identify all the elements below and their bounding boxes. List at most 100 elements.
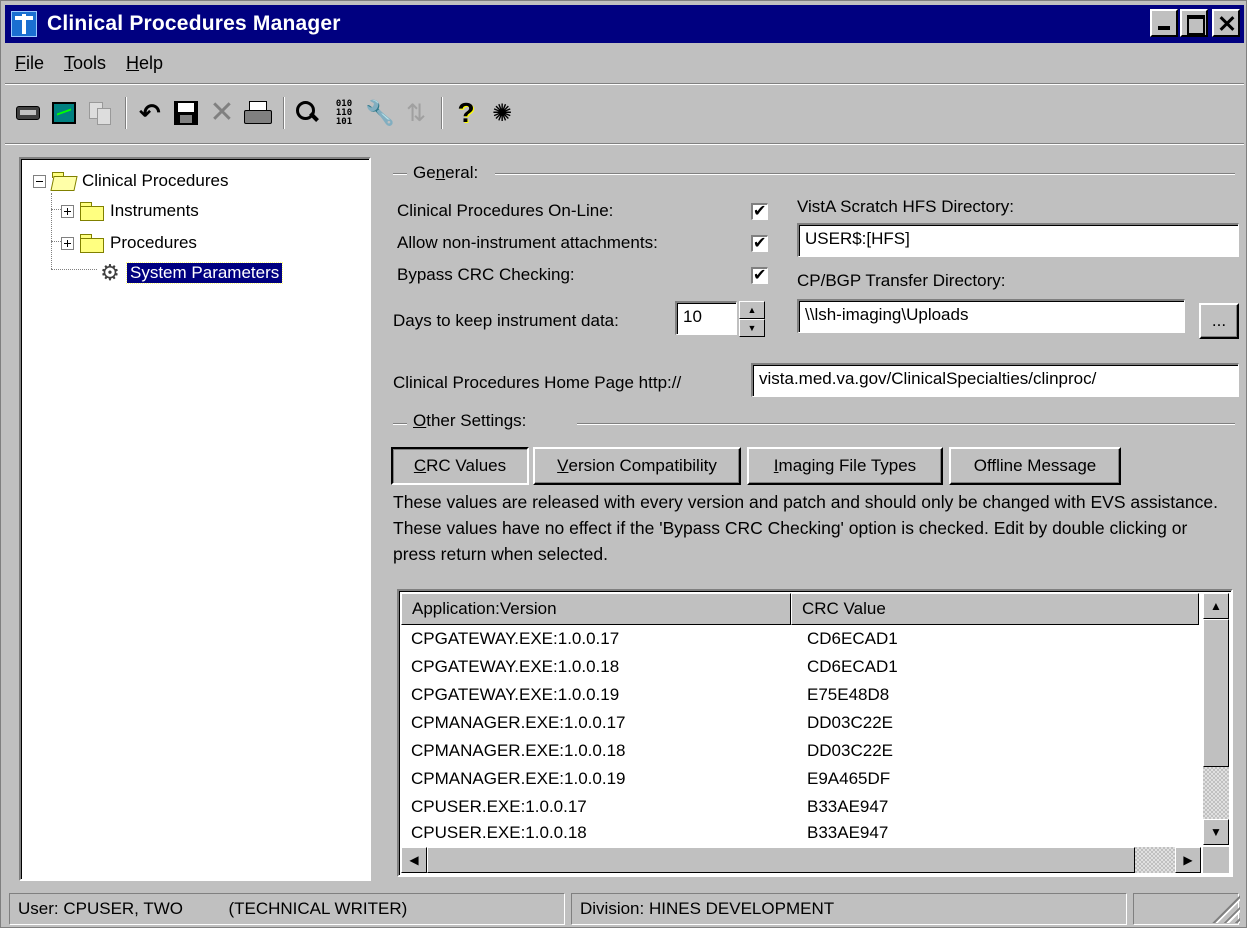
title-bar[interactable]: Clinical Procedures Manager bbox=[5, 5, 1244, 43]
scroll-right-icon[interactable]: ▶ bbox=[1175, 847, 1201, 873]
online-checkbox[interactable] bbox=[751, 201, 768, 221]
table-row[interactable]: CPUSER.EXE:1.0.0.17 B33AE947 bbox=[411, 797, 1007, 825]
open-folder-icon bbox=[52, 172, 76, 190]
menu-divider bbox=[5, 83, 1244, 85]
menu-file-label: ile bbox=[26, 52, 45, 73]
save-icon[interactable] bbox=[169, 96, 203, 130]
toolbar-separator bbox=[125, 97, 127, 129]
scroll-up-icon[interactable]: ▲ bbox=[1203, 593, 1229, 619]
menu-help-label: elp bbox=[139, 52, 164, 73]
spin-up-icon[interactable]: ▲ bbox=[739, 301, 765, 319]
cell-crc: DD03C22E bbox=[807, 741, 893, 760]
days-spinner[interactable]: ▲ ▼ bbox=[739, 301, 765, 337]
tab-imaging-file-types[interactable]: Imaging File Types bbox=[747, 447, 943, 485]
binary-icon[interactable]: 010 110 101 bbox=[327, 96, 361, 130]
cell-application: CPMANAGER.EXE:1.0.0.17 bbox=[411, 713, 626, 732]
collapse-icon[interactable] bbox=[33, 174, 46, 188]
scroll-corner bbox=[1203, 847, 1229, 873]
close-button[interactable] bbox=[1212, 9, 1240, 37]
find-icon[interactable] bbox=[291, 96, 325, 130]
status-role: (TECHNICAL WRITER) bbox=[228, 899, 408, 918]
tree-node-procedures[interactable]: Procedures bbox=[61, 229, 197, 257]
menu-file[interactable]: File bbox=[5, 53, 54, 74]
cell-application: CPUSER.EXE:1.0.0.17 bbox=[411, 797, 587, 816]
crc-values-grid[interactable]: Application:Version CRC Value CPGATEWAY.… bbox=[397, 589, 1233, 877]
monitor-icon[interactable] bbox=[47, 96, 81, 130]
tab-crc-label: RC Values bbox=[426, 456, 507, 475]
column-header-application[interactable]: Application:Version bbox=[401, 593, 791, 625]
tree-node-root[interactable]: Clinical Procedures bbox=[33, 167, 228, 195]
menu-file-accel: F bbox=[15, 52, 26, 73]
minimize-button[interactable] bbox=[1150, 9, 1178, 37]
toolbar-separator bbox=[441, 97, 443, 129]
other-group-line bbox=[393, 423, 407, 425]
hfs-input[interactable]: USER$:[HFS] bbox=[797, 223, 1239, 257]
tab-imaging-label: maging File Types bbox=[778, 456, 917, 475]
app-window: Clinical Procedures Manager File Tools H… bbox=[0, 0, 1247, 928]
menu-help-accel: H bbox=[126, 52, 140, 73]
tree-node-system-parameters[interactable]: ⚙ System Parameters bbox=[97, 259, 284, 287]
cell-crc: DD03C22E bbox=[807, 713, 893, 732]
cell-application: CPMANAGER.EXE:1.0.0.18 bbox=[411, 741, 626, 760]
table-row[interactable]: CPMANAGER.EXE:1.0.0.17 DD03C22E bbox=[411, 713, 1007, 741]
days-label: Days to keep instrument data: bbox=[393, 311, 619, 330]
general-heading-accel: n bbox=[435, 163, 446, 182]
menu-help[interactable]: Help bbox=[116, 53, 173, 74]
tree-label-procedures: Procedures bbox=[110, 233, 197, 252]
navigation-tree[interactable]: Clinical Procedures Instruments Procedur… bbox=[19, 157, 371, 881]
vertical-scrollbar[interactable]: ▲ ▼ bbox=[1203, 593, 1229, 845]
tree-label-system-parameters: System Parameters bbox=[125, 262, 284, 284]
menu-tools-accel: T bbox=[64, 52, 74, 73]
card-icon[interactable] bbox=[11, 96, 45, 130]
scroll-left-icon[interactable]: ◀ bbox=[401, 847, 427, 873]
cell-application: CPGATEWAY.EXE:1.0.0.19 bbox=[411, 685, 620, 704]
tree-node-instruments[interactable]: Instruments bbox=[61, 197, 199, 225]
crc-description: These values are released with every ver… bbox=[393, 492, 1218, 564]
menu-tools[interactable]: Tools bbox=[54, 53, 116, 74]
homepage-input[interactable]: vista.med.va.gov/ClinicalSpecialties/cli… bbox=[751, 363, 1239, 397]
table-row[interactable]: CPMANAGER.EXE:1.0.0.19 E9A465DF bbox=[411, 769, 1007, 797]
vertical-scroll-thumb[interactable] bbox=[1203, 619, 1229, 767]
attachments-checkbox[interactable] bbox=[751, 233, 768, 253]
table-row[interactable]: CPGATEWAY.EXE:1.0.0.18 CD6ECAD1 bbox=[411, 657, 1007, 685]
horizontal-scrollbar[interactable]: ◀ ▶ bbox=[401, 847, 1201, 873]
spin-down-icon[interactable]: ▼ bbox=[739, 319, 765, 337]
other-heading: Other Settings: bbox=[413, 411, 526, 431]
grid-header: Application:Version CRC Value bbox=[401, 593, 1199, 625]
tab-crc-values[interactable]: C RC Values bbox=[391, 447, 529, 485]
toolbar-separator bbox=[283, 97, 285, 129]
delete-icon[interactable]: ✕ bbox=[205, 96, 239, 130]
wrench-icon[interactable]: 🔧 bbox=[363, 96, 397, 130]
days-input[interactable]: 10 bbox=[675, 301, 737, 335]
status-user: User: CPUSER, TWO bbox=[18, 899, 183, 918]
bypass-crc-checkbox[interactable] bbox=[751, 265, 768, 285]
table-row[interactable]: CPGATEWAY.EXE:1.0.0.17 CD6ECAD1 bbox=[411, 629, 1007, 657]
transfer-label: CP/BGP Transfer Directory: bbox=[797, 271, 1006, 290]
transfer-input[interactable]: \\lsh-imaging\Uploads bbox=[797, 299, 1185, 333]
cell-crc: CD6ECAD1 bbox=[807, 657, 898, 676]
help-icon[interactable]: ? bbox=[449, 96, 483, 130]
table-row[interactable]: CPGATEWAY.EXE:1.0.0.19 E75E48D8 bbox=[411, 685, 1007, 713]
expand-icon[interactable] bbox=[61, 204, 74, 218]
caduceus-icon[interactable] bbox=[9, 9, 39, 39]
cell-crc: B33AE947 bbox=[807, 797, 889, 816]
tree-label-instruments: Instruments bbox=[110, 201, 199, 220]
tab-offline-message[interactable]: Offline Message bbox=[949, 447, 1121, 485]
copy-icon[interactable] bbox=[83, 96, 117, 130]
gear-icon: ⚙ bbox=[100, 260, 120, 285]
column-header-crc[interactable]: CRC Value bbox=[791, 593, 1199, 625]
expand-icon[interactable] bbox=[61, 236, 74, 250]
status-division: Division: HINES DEVELOPMENT bbox=[571, 893, 1127, 925]
undo-icon[interactable]: ↷ bbox=[133, 96, 167, 130]
browse-button[interactable]: ... bbox=[1199, 303, 1239, 339]
debug-icon[interactable]: ✺ bbox=[485, 96, 519, 130]
horizontal-scroll-thumb[interactable] bbox=[427, 847, 1135, 873]
toolbar: ↷ ✕ 010 110 101 🔧 ⇅ ? ✺ bbox=[11, 91, 521, 135]
print-icon[interactable] bbox=[241, 96, 275, 130]
maximize-button[interactable] bbox=[1180, 9, 1208, 37]
table-row[interactable]: CPMANAGER.EXE:1.0.0.18 DD03C22E bbox=[411, 741, 1007, 769]
cell-application: CPGATEWAY.EXE:1.0.0.17 bbox=[411, 629, 620, 648]
refresh-icon[interactable]: ⇅ bbox=[399, 96, 433, 130]
scroll-down-icon[interactable]: ▼ bbox=[1203, 819, 1229, 845]
tab-version-compatibility[interactable]: Version Compatibility bbox=[533, 447, 741, 485]
